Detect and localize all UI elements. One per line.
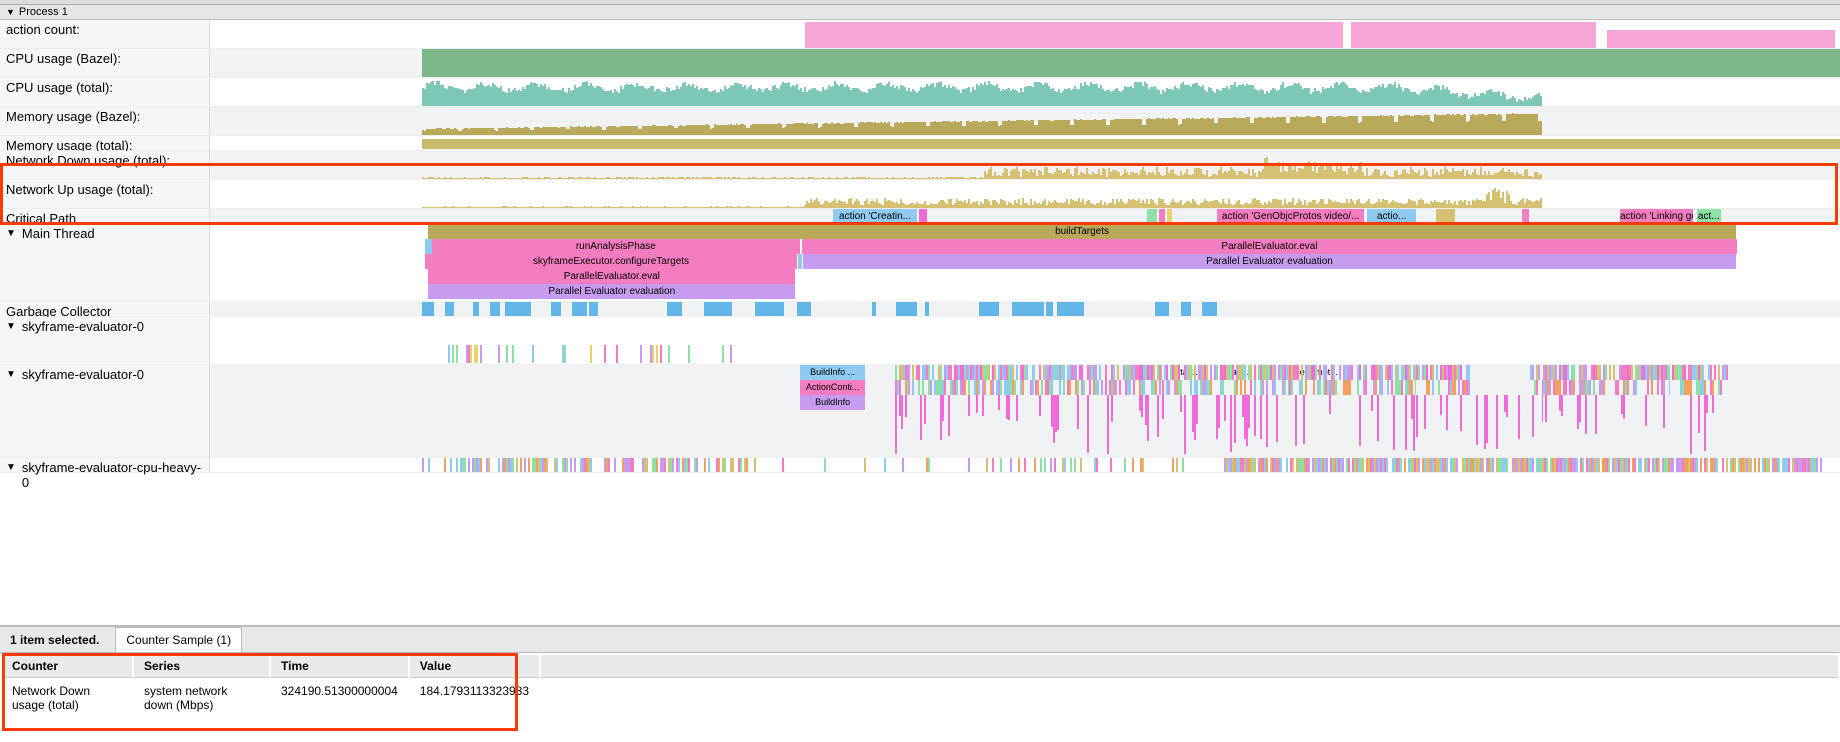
sky-build-info[interactable]: BuildInfo ...: [800, 365, 865, 380]
critical-seg[interactable]: [1522, 209, 1529, 223]
td-counter: Network Down usage (total): [2, 680, 132, 716]
mt-runAnalysis[interactable]: runAnalysisPhase: [432, 239, 800, 254]
counter-sample-table: Counter Series Time Value Network Down u…: [0, 653, 1840, 742]
track-label: CPU usage (Bazel):: [6, 51, 121, 66]
track-sky-cpu-heavy[interactable]: ▼skyframe-evaluator-cpu-heavy-0 document…: [0, 458, 1840, 473]
table-row[interactable]: Network Down usage (total) system networ…: [2, 680, 1838, 716]
th-counter[interactable]: Counter: [2, 655, 132, 678]
track-sky0a[interactable]: ▼skyframe-evaluator-0 document.write(Arr…: [0, 317, 1840, 365]
tracks-area: ▼ Process 1 action count: CPU usage (Baz…: [0, 5, 1840, 625]
td-value: 184.1793113323983: [410, 680, 539, 716]
process-label: Process 1: [19, 6, 68, 18]
chevron-down-icon[interactable]: ▼: [6, 369, 16, 380]
track-net-down[interactable]: Network Down usage (total): document.wri…: [0, 151, 1840, 180]
selection-status: 1 item selected.: [10, 633, 99, 647]
track-critical-path[interactable]: Critical Path action 'Creatin... action …: [0, 209, 1840, 224]
track-label: skyframe-evaluator-0: [22, 319, 144, 334]
track-label: action count:: [6, 22, 80, 37]
th-value[interactable]: Value: [410, 655, 539, 678]
critical-seg[interactable]: action 'GenObjcProtos video/...: [1217, 209, 1364, 223]
track-label: Network Down usage (total):: [6, 153, 170, 168]
tab-counter-sample[interactable]: Counter Sample (1): [115, 627, 242, 652]
details-panel: 1 item selected. Counter Sample (1) Coun…: [0, 625, 1840, 742]
track-main-thread[interactable]: ▼ Main Thread buildTargets runAnalysisPha…: [0, 224, 1840, 302]
mt-seg[interactable]: [798, 254, 802, 269]
chevron-down-icon[interactable]: ▼: [6, 462, 16, 473]
track-cpu-total[interactable]: CPU usage (total): document.write(Array.…: [0, 78, 1840, 107]
critical-seg[interactable]: act...: [1697, 209, 1721, 223]
mt-parEvalEvaluation2[interactable]: Parallel Evaluator evaluation: [428, 284, 795, 299]
mt-parEvalEval[interactable]: ParallelEvaluator.eval: [802, 239, 1738, 254]
mt-parEvalEval2[interactable]: ParallelEvaluator.eval: [428, 269, 795, 284]
critical-seg[interactable]: [1167, 209, 1172, 223]
track-label: Network Up usage (total):: [6, 182, 153, 197]
sky-action-conti[interactable]: ActionConti...: [800, 380, 865, 395]
track-sky0b[interactable]: ▼ skyframe-evaluator-0 BuildInfo ... Acti…: [0, 365, 1840, 458]
th-series[interactable]: Series: [134, 655, 269, 678]
critical-seg[interactable]: [1147, 209, 1157, 223]
th-time[interactable]: Time: [271, 655, 408, 678]
td-series: system network down (Mbps): [134, 680, 269, 716]
track-label: Memory usage (Bazel):: [6, 109, 140, 124]
sky-build-info2[interactable]: BuildInfo: [800, 395, 865, 410]
critical-seg[interactable]: action 'Creatin...: [833, 209, 918, 223]
td-time: 324190.51300000004: [271, 680, 408, 716]
critical-seg[interactable]: [1159, 209, 1166, 223]
track-label: CPU usage (total):: [6, 80, 113, 95]
critical-seg[interactable]: actio...: [1367, 209, 1416, 223]
mt-parEvalEvaluation[interactable]: Parallel Evaluator evaluation: [803, 254, 1735, 269]
track-mem-bazel[interactable]: Memory usage (Bazel): document.write(Arr…: [0, 107, 1840, 136]
track-net-up[interactable]: Network Up usage (total): document.write…: [0, 180, 1840, 209]
track-label: Main Thread: [22, 226, 95, 241]
track-label: skyframe-evaluator-cpu-heavy-0: [22, 460, 203, 490]
mt-skyframeConfig[interactable]: skyframeExecutor.configureTargets: [425, 254, 797, 269]
track-action-count[interactable]: action count:: [0, 20, 1840, 49]
critical-seg[interactable]: [919, 209, 927, 223]
mt-buildTargets[interactable]: buildTargets: [428, 224, 1735, 239]
track-label: skyframe-evaluator-0: [22, 367, 144, 382]
process-header[interactable]: ▼ Process 1: [0, 5, 1840, 20]
critical-seg[interactable]: action 'Linking go...: [1620, 209, 1693, 223]
track-gc[interactable]: Garbage Collector document.write(Array.f…: [0, 302, 1840, 317]
chevron-down-icon: ▼: [6, 7, 15, 17]
track-cpu-bazel[interactable]: CPU usage (Bazel): document.write(Array.…: [0, 49, 1840, 78]
chevron-down-icon[interactable]: ▼: [6, 228, 16, 239]
critical-seg[interactable]: [1436, 209, 1456, 223]
chevron-down-icon[interactable]: ▼: [6, 321, 16, 332]
track-mem-total[interactable]: Memory usage (total):: [0, 136, 1840, 151]
